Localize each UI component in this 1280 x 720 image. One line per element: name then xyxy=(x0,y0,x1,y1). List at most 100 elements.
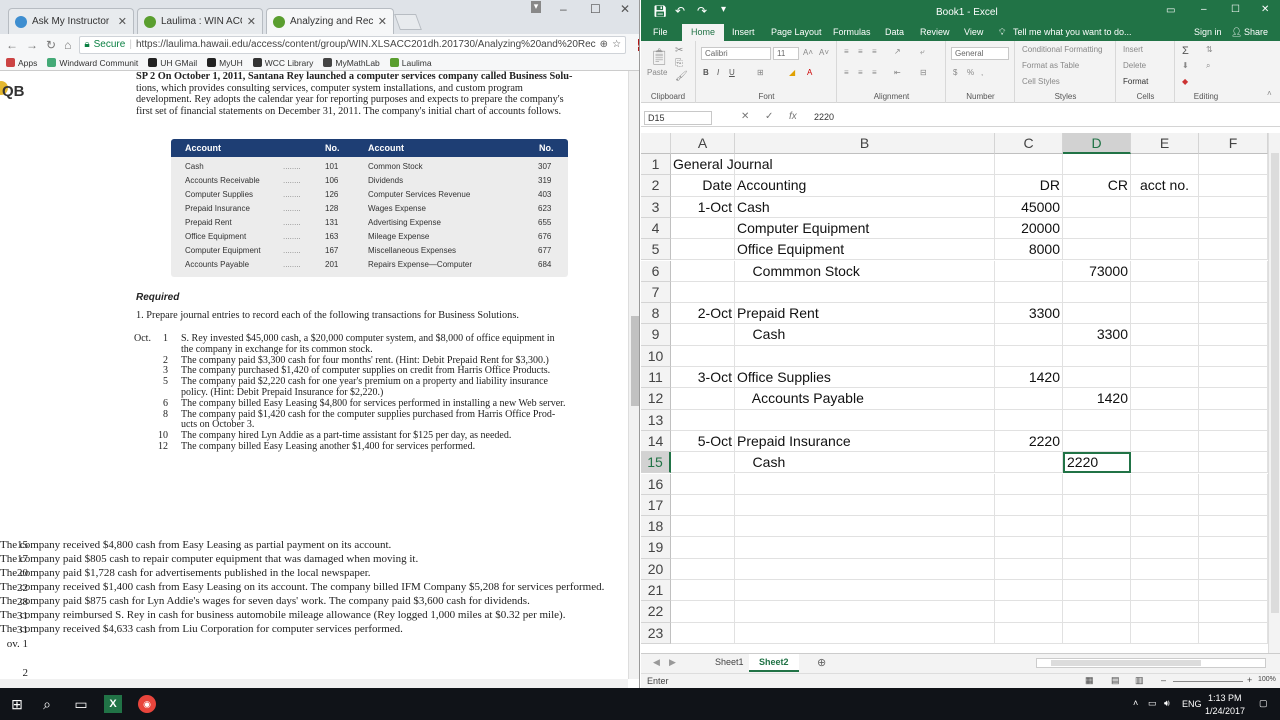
cell-f20[interactable] xyxy=(1199,558,1268,580)
cell-a9[interactable] xyxy=(671,324,735,346)
chrome-taskbar-icon[interactable]: ◉ xyxy=(138,695,156,713)
cell-b14[interactable]: Prepaid Insurance xyxy=(735,430,995,453)
cell-f11[interactable] xyxy=(1199,367,1268,389)
cell-e2[interactable]: acct no. xyxy=(1131,175,1199,197)
column-header-c[interactable]: C xyxy=(995,133,1063,154)
font-size-select[interactable]: 11 xyxy=(773,47,799,60)
cell-c10[interactable] xyxy=(995,345,1063,367)
cell-f12[interactable] xyxy=(1199,388,1268,410)
merge-icon[interactable]: ⊟ xyxy=(920,68,927,77)
cell-a6[interactable] xyxy=(671,260,735,282)
network-icon[interactable]: ▭ xyxy=(1148,698,1157,709)
tab-home[interactable]: Home xyxy=(682,24,725,41)
cell-e4[interactable] xyxy=(1131,217,1199,240)
cell-c4[interactable]: 20000 xyxy=(995,217,1063,240)
shrink-font-icon[interactable]: A˅ xyxy=(819,48,829,57)
notifications-icon[interactable]: ▢ xyxy=(1259,698,1268,709)
row-header[interactable]: 4 xyxy=(641,217,671,240)
cell-f4[interactable] xyxy=(1199,217,1268,240)
indent-icon[interactable]: ⇤ xyxy=(894,68,901,77)
minimize-icon[interactable]: – xyxy=(560,2,567,16)
close-window-icon[interactable]: ✕ xyxy=(620,2,630,16)
bookmark-mymathlab[interactable]: MyMathLab xyxy=(323,58,380,68)
row-header[interactable]: 20 xyxy=(641,558,671,580)
cell-d12[interactable]: 1420 xyxy=(1063,388,1131,410)
cell-f8[interactable] xyxy=(1199,303,1268,325)
row-header[interactable]: 8 xyxy=(641,303,671,325)
function-icon[interactable]: fx xyxy=(789,111,797,122)
cell-c20[interactable] xyxy=(995,558,1063,580)
cell-b19[interactable] xyxy=(735,537,995,559)
select-all-corner[interactable] xyxy=(641,133,671,154)
cell-a7[interactable] xyxy=(671,281,735,304)
cell-a20[interactable] xyxy=(671,558,735,580)
row-header[interactable]: 1 xyxy=(641,154,671,176)
cell-a13[interactable] xyxy=(671,409,735,431)
autosum-icon[interactable]: Σ xyxy=(1182,45,1189,57)
volume-icon[interactable]: 🔊︎ xyxy=(1164,698,1170,709)
tab-laulima[interactable]: Laulima : WIN ACC-201 ✕ xyxy=(137,8,263,34)
cell-c6[interactable] xyxy=(995,260,1063,282)
cell-d4[interactable] xyxy=(1063,217,1131,240)
align-right-icon[interactable]: ≡ xyxy=(872,68,877,77)
cell-d2[interactable]: CR xyxy=(1063,175,1131,197)
formula-input[interactable]: 2220 xyxy=(814,112,834,122)
cell-b21[interactable] xyxy=(735,580,995,602)
cell-b20[interactable] xyxy=(735,558,995,580)
cell-e10[interactable] xyxy=(1131,345,1199,367)
cell-d19[interactable] xyxy=(1063,537,1131,559)
cell-e16[interactable] xyxy=(1131,473,1199,495)
reload-icon[interactable]: ↻ xyxy=(46,38,56,52)
cell-d20[interactable] xyxy=(1063,558,1131,580)
task-view-icon[interactable]: ▭ xyxy=(72,695,90,713)
cell-e12[interactable] xyxy=(1131,388,1199,410)
cell-b10[interactable] xyxy=(735,345,995,367)
close-icon[interactable]: ✕ xyxy=(247,15,256,28)
cell-c17[interactable] xyxy=(995,494,1063,517)
format-as-table-button[interactable]: Format as Table xyxy=(1022,61,1079,70)
clipboard-icon[interactable]: 📋︎ xyxy=(649,47,669,67)
cell-e22[interactable] xyxy=(1131,601,1199,623)
cell-a14[interactable]: 5-Oct xyxy=(671,430,735,453)
cell-f16[interactable] xyxy=(1199,473,1268,495)
cell-a3[interactable]: 1-Oct xyxy=(671,196,735,218)
cell-f1[interactable] xyxy=(1199,154,1268,176)
cell-a23[interactable] xyxy=(671,622,735,644)
cell-f13[interactable] xyxy=(1199,409,1268,431)
font-name-select[interactable]: Calibri xyxy=(701,47,771,60)
row-header[interactable]: 7 xyxy=(641,281,671,304)
cell-b2[interactable]: Accounting xyxy=(735,175,995,197)
clock-date[interactable]: 1/24/2017 xyxy=(1205,706,1245,716)
tell-me-input[interactable]: Tell me what you want to do... xyxy=(1013,27,1132,37)
bookmark-apps[interactable]: Apps xyxy=(6,58,37,68)
top-align-icon[interactable]: ≡ xyxy=(844,47,849,56)
zoom-out-icon[interactable]: – xyxy=(1161,675,1166,685)
spreadsheet-grid[interactable]: A B C D E F 1 General Journal 2 Date Accounting DR C… xyxy=(641,133,1268,653)
row-header[interactable]: 11 xyxy=(641,367,671,389)
underline-icon[interactable]: U xyxy=(729,68,735,77)
cell-e7[interactable] xyxy=(1131,281,1199,304)
fill-icon[interactable]: ⬇ xyxy=(1182,61,1189,70)
close-icon[interactable]: ✕ xyxy=(378,15,387,28)
row-header[interactable]: 17 xyxy=(641,494,671,517)
cell-d11[interactable] xyxy=(1063,367,1131,389)
cell-e6[interactable] xyxy=(1131,260,1199,282)
tab-insert[interactable]: Insert xyxy=(732,27,755,37)
align-center-icon[interactable]: ≡ xyxy=(858,68,863,77)
format-button[interactable]: Format xyxy=(1123,77,1148,86)
cell-b6[interactable]: Commmon Stock xyxy=(735,260,995,282)
cell-c14[interactable]: 2220 xyxy=(995,430,1063,453)
cell-e11[interactable] xyxy=(1131,367,1199,389)
restore-icon[interactable]: ☐ xyxy=(1231,4,1240,15)
cell-b13[interactable] xyxy=(735,409,995,431)
cell-e17[interactable] xyxy=(1131,494,1199,517)
profile-icon[interactable]: ▾ xyxy=(531,1,541,13)
paste-button[interactable]: Paste xyxy=(647,68,667,77)
windows-icon[interactable]: ⊞ xyxy=(8,695,26,713)
row-header[interactable]: 3 xyxy=(641,196,671,218)
clock-time[interactable]: 1:13 PM xyxy=(1208,693,1242,703)
back-icon[interactable]: ← xyxy=(6,38,18,52)
cell-e14[interactable] xyxy=(1131,430,1199,453)
minimize-icon[interactable]: – xyxy=(1201,4,1207,15)
scroll-thumb[interactable] xyxy=(1271,153,1279,613)
